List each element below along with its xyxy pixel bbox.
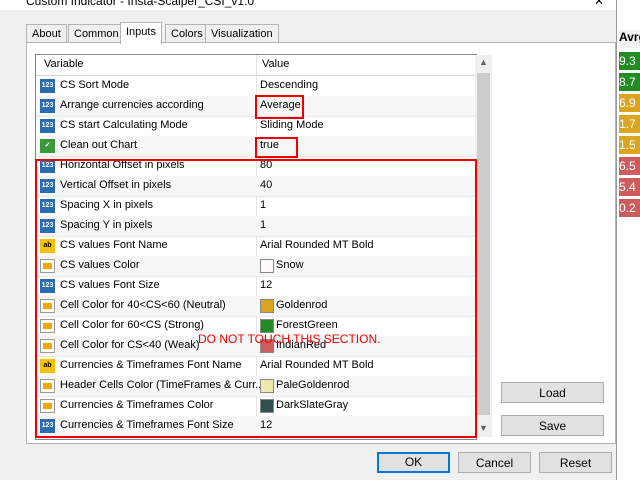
input-name: Arrange currencies according [60, 99, 204, 111]
numeric-icon: 123 [40, 119, 55, 133]
input-value[interactable]: Sliding Mode [260, 119, 324, 131]
background-table-cell: 9.3 [619, 52, 640, 70]
numeric-icon: 123 [40, 79, 55, 93]
ok-button[interactable]: OK [377, 452, 450, 473]
background-table-header: Avrg [619, 30, 640, 48]
column-header-variable[interactable]: Variable [44, 58, 84, 70]
close-icon[interactable]: ✕ [594, 0, 604, 8]
numeric-icon: 123 [40, 99, 55, 113]
scroll-down-icon[interactable]: ▼ [479, 423, 488, 433]
column-header-value[interactable]: Value [262, 58, 289, 70]
input-value[interactable]: Descending [260, 79, 318, 91]
input-row[interactable]: 123 CS start Calculating Mode Sliding Mode [36, 116, 476, 137]
tab-colors[interactable]: Colors [165, 24, 209, 43]
background-table-cell: 1.5 [619, 136, 640, 154]
input-name: Clean out Chart [60, 139, 138, 151]
background-table-cell: 6.9 [619, 94, 640, 112]
tab-about[interactable]: About [26, 24, 67, 43]
load-button[interactable]: Load [501, 382, 604, 403]
tab-inputs[interactable]: Inputs [120, 22, 162, 44]
background-table-cell: 5.4 [619, 178, 640, 196]
tab-common[interactable]: Common [68, 24, 125, 43]
save-button[interactable]: Save [501, 415, 604, 436]
highlight-box-section [35, 159, 477, 438]
highlight-box-clean-out [255, 137, 298, 158]
highlight-box-arrange [255, 95, 304, 119]
background-table-cell: 6.5 [619, 157, 640, 175]
background-chart-table: Avrg 9.3 8.7 6.9 1.7 1.5 6.5 5.4 0.2 [616, 0, 640, 480]
background-table-cell: 0.2 [619, 199, 640, 217]
reset-button[interactable]: Reset [539, 452, 612, 473]
boolean-icon: ✓ [40, 139, 55, 153]
background-table-cell: 1.7 [619, 115, 640, 133]
input-name: CS start Calculating Mode [60, 119, 188, 131]
input-name: CS Sort Mode [60, 79, 130, 91]
input-row[interactable]: 123 CS Sort Mode Descending [36, 76, 476, 97]
grid-scrollbar[interactable]: ▲ ▼ [475, 55, 492, 437]
scrollbar-thumb[interactable] [477, 73, 490, 415]
scroll-up-icon[interactable]: ▲ [479, 57, 488, 67]
warning-annotation: DO NOT TOUCH THIS SECTION. [198, 332, 381, 346]
cancel-button[interactable]: Cancel [458, 452, 531, 473]
tab-visualization[interactable]: Visualization [205, 24, 279, 43]
window-titlebar: Custom Indicator - Insta-Scalper_CSI_v1.… [0, 0, 616, 10]
window-title: Custom Indicator - Insta-Scalper_CSI_v1.… [26, 0, 255, 8]
background-table-cell: 8.7 [619, 73, 640, 91]
